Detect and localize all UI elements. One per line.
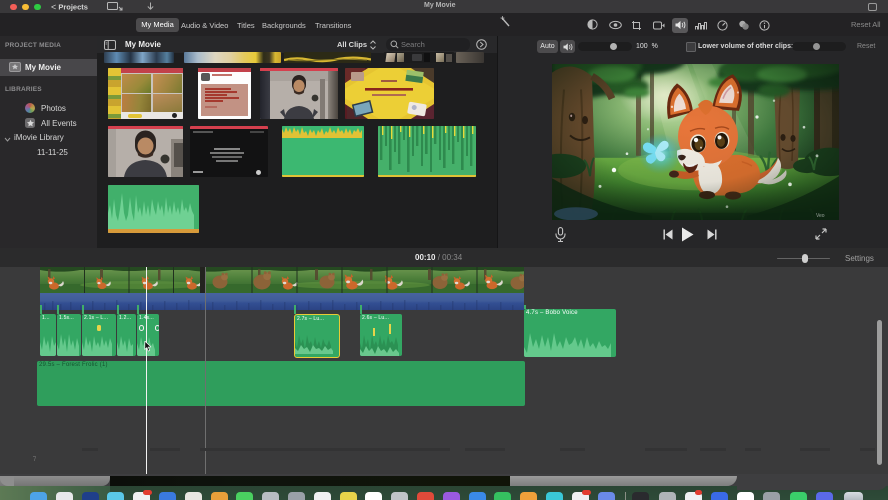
svg-text:Veo: Veo [816, 213, 825, 219]
